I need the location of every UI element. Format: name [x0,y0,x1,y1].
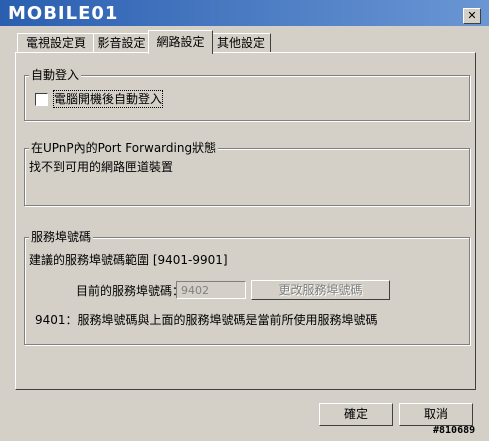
auto-login-group-title: 自動登入 [29,67,82,83]
current-port-field[interactable]: 9402 [176,281,246,299]
port-note: 9401：服務埠號碼與上面的服務埠號碼是當前所使用服務埠號碼 [35,313,378,327]
title-bar: MOBILE01 ✕ [0,0,489,26]
auto-login-checkbox[interactable] [35,93,48,106]
cancel-button[interactable]: 取消 [399,403,473,426]
upnp-group-title: 在UPnP內的Port Forwarding狀態 [29,140,219,156]
service-port-group-title: 服務埠號碼 [29,229,94,245]
change-port-button[interactable]: 更改服務埠號碼 [251,280,390,300]
window-title: MOBILE01 [8,3,119,24]
upnp-status-text: 找不到可用的網路匣道裝置 [29,160,174,174]
auto-login-checkbox-label[interactable]: 電腦開機後自動登入 [52,90,164,108]
tab-other-settings[interactable]: 其他設定 [211,33,271,53]
service-port-group: 服務埠號碼 建議的服務埠號碼範圍 [9401-9901] 目前的服務埠號碼： 9… [24,229,470,345]
network-settings-panel: 自動登入 電腦開機後自動登入 在UPnP內的Port Forwarding狀態 … [15,52,476,390]
suggested-port-range: 建議的服務埠號碼範圍 [9401-9901] [29,253,228,267]
tab-network-settings[interactable]: 網路設定 [148,30,213,54]
upnp-group: 在UPnP內的Port Forwarding狀態 找不到可用的網路匣道裝置 [24,140,470,206]
ok-button[interactable]: 確定 [319,403,393,426]
tab-tv-settings[interactable]: 電視設定頁 [17,33,95,53]
current-port-label: 目前的服務埠號碼： [76,284,185,298]
dialog-footer: 確定 取消 [0,400,489,441]
auto-login-group: 自動登入 電腦開機後自動登入 [24,67,470,121]
watermark: #810689 [433,425,476,436]
tab-media-settings[interactable]: 影音設定 [93,33,150,53]
close-button[interactable]: ✕ [463,8,481,24]
